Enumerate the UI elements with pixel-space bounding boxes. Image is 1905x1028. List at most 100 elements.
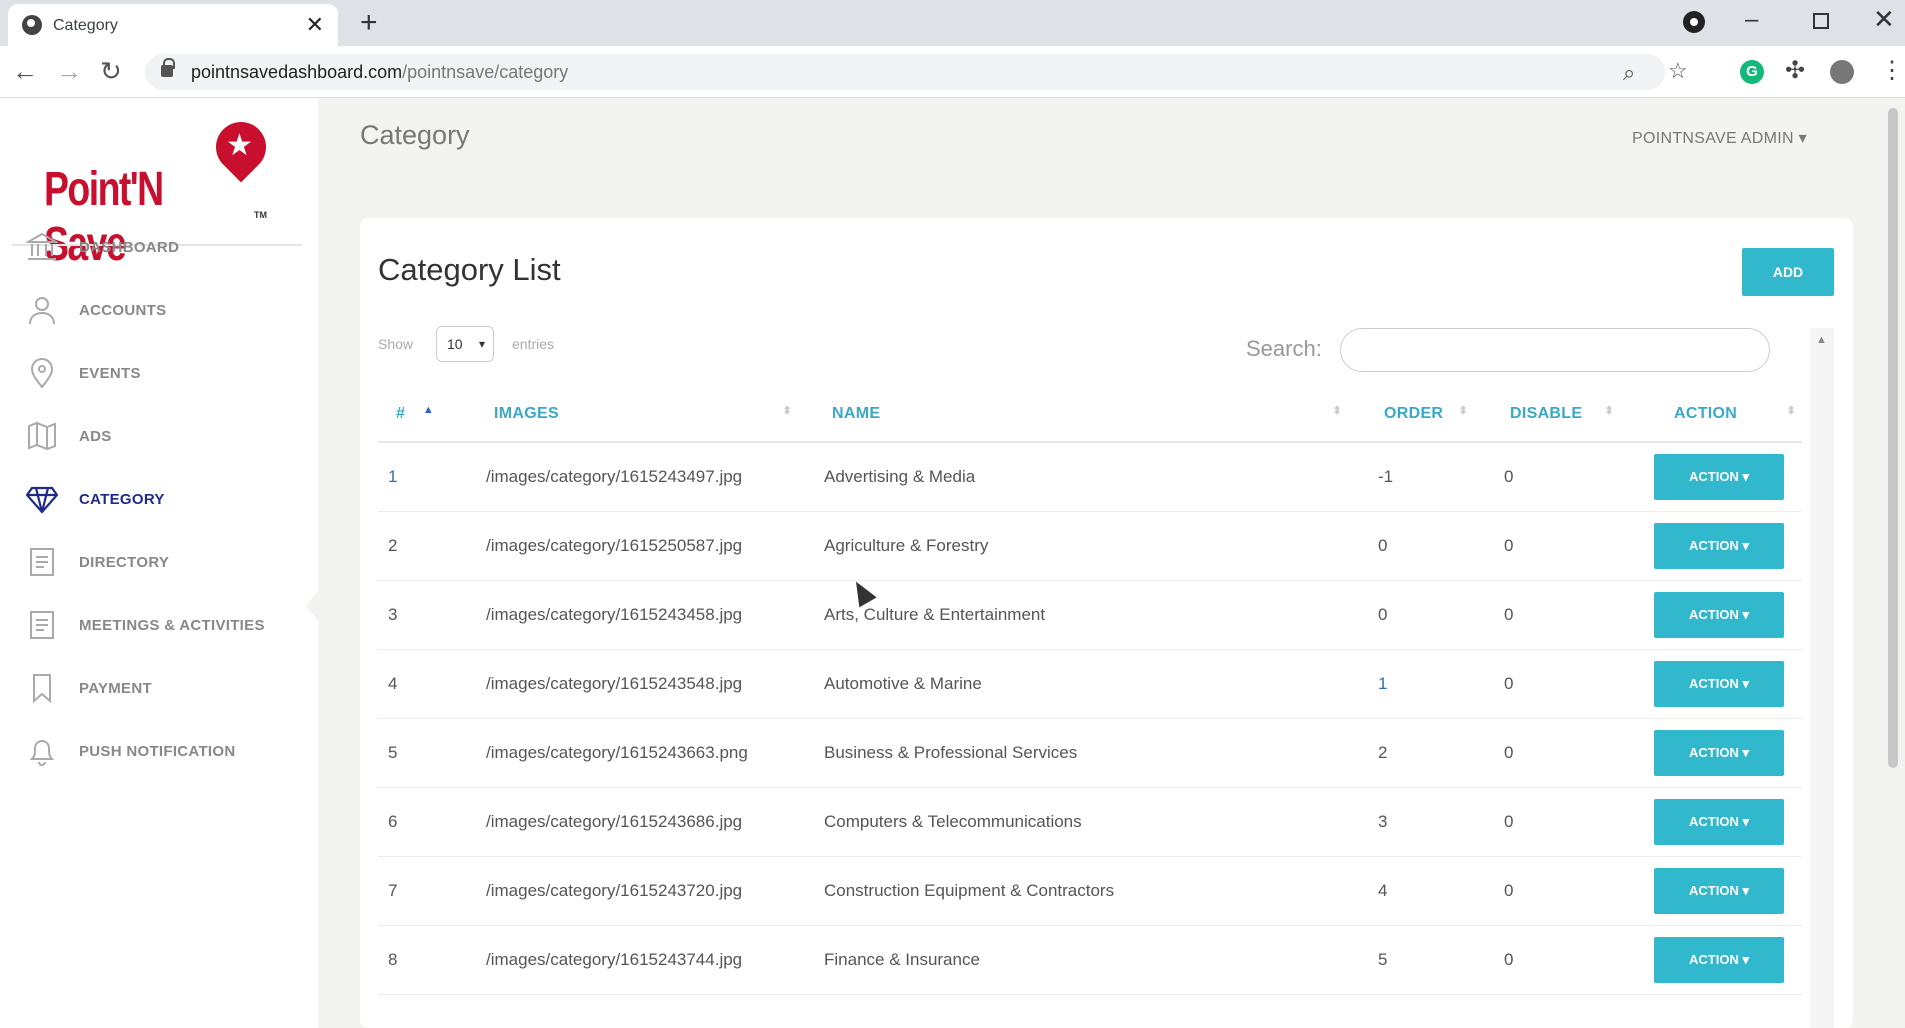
map-pin-icon xyxy=(26,358,60,389)
minimize-icon[interactable]: – xyxy=(1745,6,1758,34)
row-image-path: /images/category/1615243497.jpg xyxy=(440,442,798,512)
extensions-puzzle-icon[interactable]: ✣ xyxy=(1785,56,1805,85)
column-header-num[interactable]: # ▲ xyxy=(378,386,440,443)
window-close-icon[interactable]: ✕ xyxy=(1873,4,1895,35)
table-row: 6/images/category/1615243686.jpg Computer… xyxy=(378,787,1802,857)
browser-tab[interactable]: Category ✕ xyxy=(8,4,338,46)
row-action-button[interactable]: ACTION ▾ xyxy=(1654,867,1784,914)
document-icon xyxy=(26,610,60,640)
sidebar-item-label: MEETINGS & ACTIVITIES xyxy=(79,617,265,634)
add-button[interactable]: ADD xyxy=(1742,248,1834,296)
row-disable: 0 xyxy=(1474,787,1620,857)
sidebar-item-category[interactable]: CATEGORY xyxy=(0,474,318,524)
sidebar-item-push-notification[interactable]: PUSH NOTIFICATION xyxy=(0,726,318,776)
star-icon: ★ xyxy=(226,129,253,162)
row-action-button[interactable]: ACTION ▾ xyxy=(1654,936,1784,983)
sort-icon: ⬍ xyxy=(1604,405,1614,417)
row-order: 2 xyxy=(1348,718,1474,788)
admin-user-menu[interactable]: POINTNSAVE ADMIN ▾ xyxy=(1632,128,1807,148)
row-disable: 0 xyxy=(1474,649,1620,719)
row-name: Automotive & Marine xyxy=(798,649,1348,719)
brand-logo[interactable]: Point'N Save ★ TM xyxy=(44,111,284,271)
sidebar-item-dashboard[interactable]: DASHBOARD xyxy=(0,222,318,272)
category-list-card: Category List ADD Show 10 ▾ entries Searc… xyxy=(360,218,1853,1028)
new-tab-icon[interactable]: + xyxy=(360,6,378,40)
table-row: 5/images/category/1615243663.png Business… xyxy=(378,718,1802,788)
reload-icon[interactable]: ↻ xyxy=(100,56,122,87)
page-title: Category xyxy=(360,120,470,150)
row-image-path: /images/category/1615243686.jpg xyxy=(440,787,798,857)
scroll-up-arrow-icon[interactable]: ▲ xyxy=(1816,334,1827,346)
table-row: 4/images/category/1615243548.jpg Automoti… xyxy=(378,649,1802,719)
record-icon[interactable] xyxy=(1683,11,1705,33)
row-disable: 0 xyxy=(1474,718,1620,788)
row-name: Business & Professional Services xyxy=(798,718,1348,788)
menu-kebab-icon[interactable]: ⋮ xyxy=(1880,56,1904,85)
row-order: 0 xyxy=(1348,511,1474,581)
sidebar-item-label: EVENTS xyxy=(79,365,141,382)
star-icon[interactable]: ☆ xyxy=(1668,58,1688,84)
sidebar-item-meetings-activities[interactable]: MEETINGS & ACTIVITIES xyxy=(0,600,318,650)
sidebar-item-ads[interactable]: ADS xyxy=(0,411,318,461)
sort-icon: ⬍ xyxy=(782,405,792,417)
profile-avatar[interactable] xyxy=(1830,60,1854,84)
table-scrollbar[interactable] xyxy=(1810,328,1834,1028)
page-scrollbar[interactable] xyxy=(1888,108,1898,768)
sort-icon: ⬍ xyxy=(1458,405,1468,417)
row-disable: 0 xyxy=(1474,442,1620,512)
row-number: 2 xyxy=(378,511,440,581)
row-image-path: /images/category/1615243548.jpg xyxy=(440,649,798,719)
sidebar-item-label: PUSH NOTIFICATION xyxy=(79,743,236,760)
table-row: 3/images/category/1615243458.jpg Arts, Cu… xyxy=(378,580,1802,650)
page-size-select[interactable]: 10 ▾ xyxy=(436,326,494,362)
sort-icon: ⬍ xyxy=(1332,405,1342,417)
row-image-path: /images/category/1615243458.jpg xyxy=(440,580,798,650)
row-action-button[interactable]: ACTION ▾ xyxy=(1654,453,1784,500)
sidebar-item-events[interactable]: EVENTS xyxy=(0,348,318,398)
row-order: 4 xyxy=(1348,856,1474,926)
table-row: 7/images/category/1615243720.jpg Construc… xyxy=(378,856,1802,926)
table-row: 8/images/category/1615243744.jpg Finance … xyxy=(378,925,1802,995)
extension-icon[interactable]: G xyxy=(1740,60,1764,84)
sort-icon: ⬍ xyxy=(1786,405,1796,417)
row-number: 1 xyxy=(378,442,440,512)
sidebar-item-directory[interactable]: DIRECTORY xyxy=(0,537,318,587)
row-order: 0 xyxy=(1348,580,1474,650)
row-action-button[interactable]: ACTION ▾ xyxy=(1654,729,1784,776)
sidebar-item-label: PAYMENT xyxy=(79,680,152,697)
browser-toolbar: ← → ↻ pointnsavedashboard.com/pointnsave… xyxy=(0,46,1905,98)
restore-icon[interactable] xyxy=(1813,13,1829,29)
row-image-path: /images/category/1615243744.jpg xyxy=(440,925,798,995)
forward-icon[interactable]: → xyxy=(56,56,82,87)
row-disable: 0 xyxy=(1474,511,1620,581)
row-number: 4 xyxy=(378,649,440,719)
search-input[interactable] xyxy=(1340,328,1770,372)
row-action-button[interactable]: ACTION ▾ xyxy=(1654,798,1784,845)
lock-icon[interactable] xyxy=(161,58,175,77)
zoom-icon[interactable]: ⌕ xyxy=(1623,60,1635,86)
close-tab-icon[interactable]: ✕ xyxy=(306,12,324,38)
bookmark-icon xyxy=(26,673,60,704)
row-number: 5 xyxy=(378,718,440,788)
address-bar[interactable]: pointnsavedashboard.com/pointnsave/categ… xyxy=(145,54,1688,90)
sidebar-item-label: CATEGORY xyxy=(79,491,165,508)
category-table: # ▲ IMAGES ⬍ NAME ⬍ ORDER ⬍ DISABLE ⬍ ACTION ⬍… xyxy=(378,386,1802,995)
column-header-order[interactable]: ORDER ⬍ xyxy=(1348,386,1474,443)
column-header-disable[interactable]: DISABLE ⬍ xyxy=(1474,386,1620,443)
row-order: -1 xyxy=(1348,442,1474,512)
column-header-action[interactable]: ACTION ⬍ xyxy=(1620,386,1802,443)
column-header-images[interactable]: IMAGES ⬍ xyxy=(440,386,798,443)
row-action-button[interactable]: ACTION ▾ xyxy=(1654,660,1784,707)
sidebar-item-accounts[interactable]: ACCOUNTS xyxy=(0,285,318,335)
row-name: Agriculture & Forestry xyxy=(798,511,1348,581)
row-action-button[interactable]: ACTION ▾ xyxy=(1654,591,1784,638)
url-text[interactable]: pointnsavedashboard.com/pointnsave/categ… xyxy=(191,62,568,83)
sort-asc-icon: ▲ xyxy=(422,404,434,416)
back-icon[interactable]: ← xyxy=(12,56,38,87)
row-image-path: /images/category/1615243663.png xyxy=(440,718,798,788)
row-action-button[interactable]: ACTION ▾ xyxy=(1654,522,1784,569)
sidebar: Point'N Save ★ TM DASHBOARD ACCOUNTS EVENT… xyxy=(0,98,318,1028)
sidebar-item-payment[interactable]: PAYMENT xyxy=(0,663,318,713)
column-header-name[interactable]: NAME ⬍ xyxy=(798,386,1348,443)
table-header-row: # ▲ IMAGES ⬍ NAME ⬍ ORDER ⬍ DISABLE ⬍ ACTION ⬍ xyxy=(378,386,1802,443)
